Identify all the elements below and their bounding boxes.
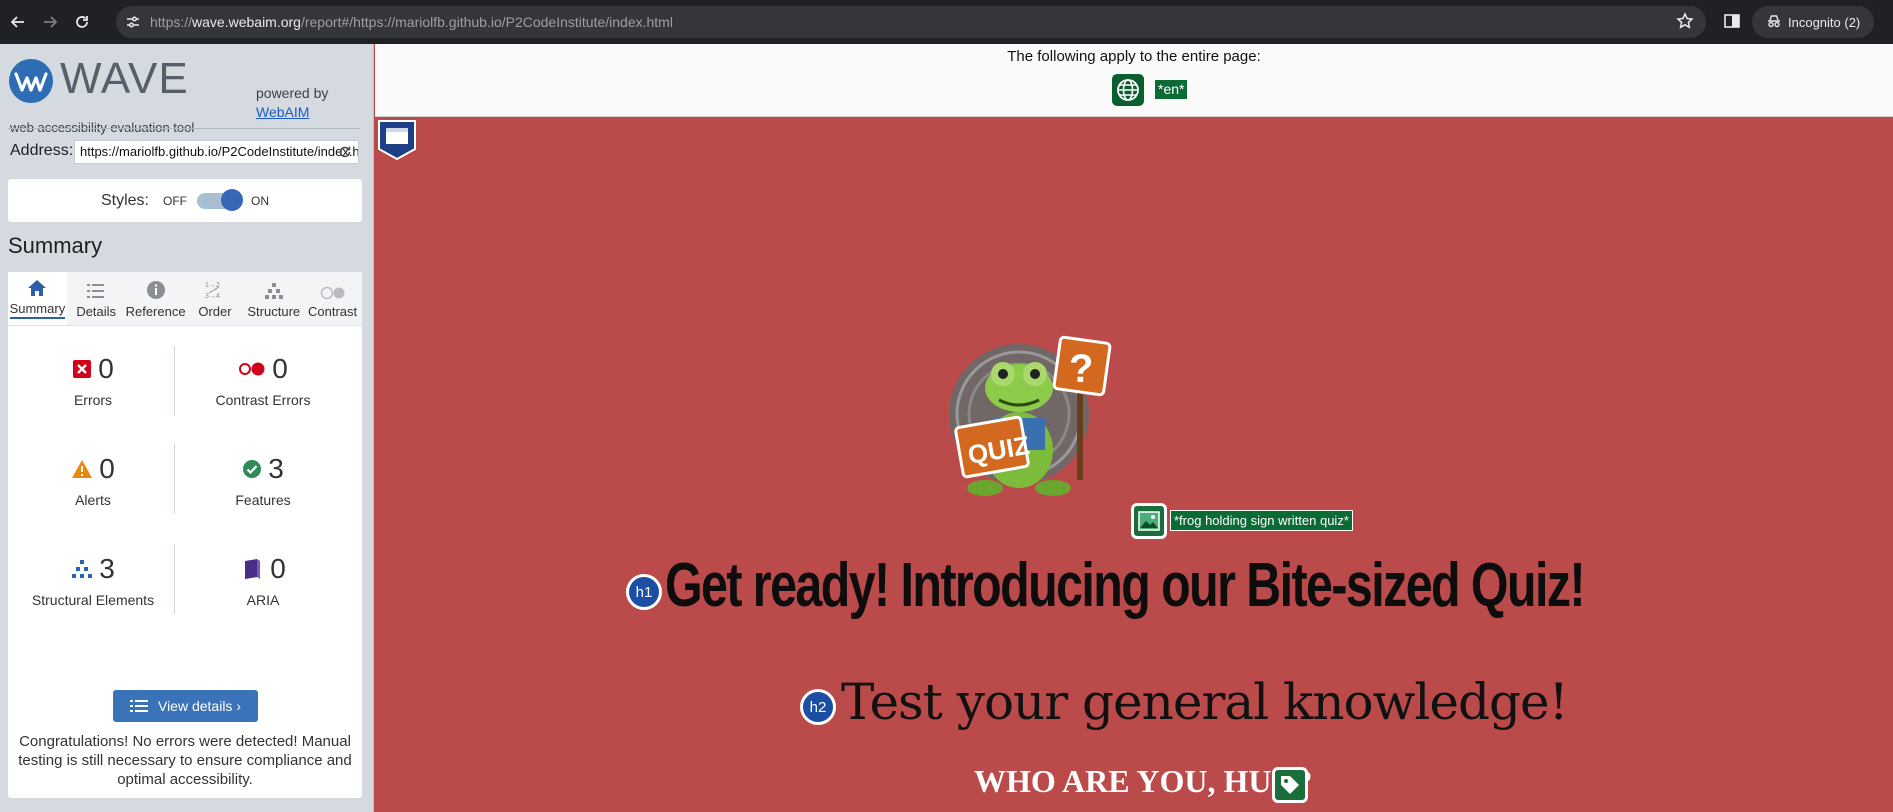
error-icon xyxy=(73,360,92,378)
styles-toggle-row: Styles: OFF ON xyxy=(8,179,362,222)
url-text: https://wave.webaim.org/report#/https://… xyxy=(150,14,673,30)
back-arrow-icon[interactable] xyxy=(4,8,32,36)
language-tag: *en* xyxy=(1155,80,1188,99)
side-panel-icon[interactable] xyxy=(1722,11,1742,36)
styles-label: Styles: xyxy=(100,191,149,209)
summary-heading: Summary xyxy=(8,233,103,258)
aria-cube-icon xyxy=(245,559,261,579)
info-icon xyxy=(146,281,165,299)
tab-structure[interactable]: Structure xyxy=(244,272,303,325)
wave-logo-icon xyxy=(9,59,53,103)
who-are-you-label: WHO ARE YOU, HUH? xyxy=(974,763,1313,799)
structure-icon xyxy=(264,283,283,299)
order-icon: 1→23→4 xyxy=(205,282,220,300)
wave-tabs: Summary Details Reference 1→2 3→4 Order S… xyxy=(8,272,362,326)
image-alt-text-tag: *frog holding sign written quiz* xyxy=(1170,510,1353,531)
summary-panel: Summary Details Reference 1→2 3→4 Order S… xyxy=(8,272,362,798)
page-level-annotations: The following apply to the entire page: … xyxy=(375,44,1893,117)
stat-contrast-errors[interactable]: 0 Contrast Errors xyxy=(178,352,348,408)
tab-reference[interactable]: Reference xyxy=(126,272,186,325)
stat-structural-elements[interactable]: 3 Structural Elements xyxy=(8,552,178,608)
tab-details[interactable]: Details xyxy=(67,272,126,325)
applies-text: The following apply to the entire page: xyxy=(1007,48,1261,65)
list-icon xyxy=(87,284,105,298)
structure-icon xyxy=(72,560,93,578)
stat-alerts[interactable]: 0 Alerts xyxy=(8,452,178,508)
tab-summary[interactable]: Summary xyxy=(8,272,67,325)
incognito-icon xyxy=(1766,13,1782,32)
styles-off-label: OFF xyxy=(163,193,187,208)
tab-order[interactable]: 1→2 3→4 Order xyxy=(186,272,245,325)
reload-icon[interactable] xyxy=(68,8,96,36)
list-icon xyxy=(129,700,148,712)
alert-icon xyxy=(72,460,93,478)
page-h2-heading: Test your general knowledge! xyxy=(841,673,1569,731)
view-details-button[interactable]: View details › xyxy=(113,690,258,722)
svg-text:?: ? xyxy=(1069,347,1093,391)
contrast-error-icon xyxy=(239,362,265,376)
language-globe-icon[interactable] xyxy=(1112,74,1144,106)
tab-contrast[interactable]: Contrast xyxy=(303,272,362,325)
frog-quiz-image: ? QUIZ xyxy=(949,335,1112,496)
stat-errors[interactable]: 0 Errors xyxy=(8,352,178,408)
site-info-icon[interactable] xyxy=(116,14,150,30)
powered-by: powered by WebAIM xyxy=(256,85,329,120)
header-landmark-icon[interactable] xyxy=(378,120,416,161)
webaim-link[interactable]: WebAIM xyxy=(256,104,309,120)
page-h1-heading: Get ready! Introducing our Bite-sized Qu… xyxy=(665,551,1586,620)
styles-on-label: ON xyxy=(251,193,269,208)
refresh-address-icon[interactable] xyxy=(336,143,354,161)
h1-badge[interactable]: h1 xyxy=(626,574,662,610)
svg-text:3→4: 3→4 xyxy=(205,293,220,300)
wave-sidebar: WAVE web accessibility evaluation tool p… xyxy=(0,44,374,812)
h2-badge[interactable]: h2 xyxy=(800,689,836,725)
address-label: Address: xyxy=(10,142,74,159)
browser-toolbar: https://wave.webaim.org/report#/https://… xyxy=(0,0,1893,44)
congratulations-message: Congratulations! No errors were detected… xyxy=(18,733,352,788)
incognito-badge[interactable]: Incognito (2) xyxy=(1752,6,1875,38)
address-bar[interactable]: https://wave.webaim.org/report#/https://… xyxy=(116,6,1706,38)
wave-logo: WAVE web accessibility evaluation tool p… xyxy=(8,54,368,135)
contrast-toggle-icon xyxy=(320,286,345,300)
bookmark-star-icon[interactable] xyxy=(1676,12,1694,35)
stat-aria[interactable]: 0 ARIA xyxy=(178,552,348,608)
divider xyxy=(8,128,360,129)
styles-toggle[interactable] xyxy=(197,188,243,211)
address-input[interactable]: https://mariolfb.github.io/P2CodeInstitu… xyxy=(74,140,359,164)
wave-wordmark: WAVE xyxy=(60,54,189,103)
image-alt-icon[interactable] xyxy=(1131,503,1167,539)
forward-arrow-icon[interactable] xyxy=(36,8,64,36)
home-icon xyxy=(28,280,47,296)
stat-features[interactable]: 3 Features xyxy=(178,452,348,508)
form-label-tag-icon[interactable] xyxy=(1272,767,1308,803)
feature-check-icon xyxy=(243,460,262,478)
incognito-label: Incognito (2) xyxy=(1788,14,1861,30)
